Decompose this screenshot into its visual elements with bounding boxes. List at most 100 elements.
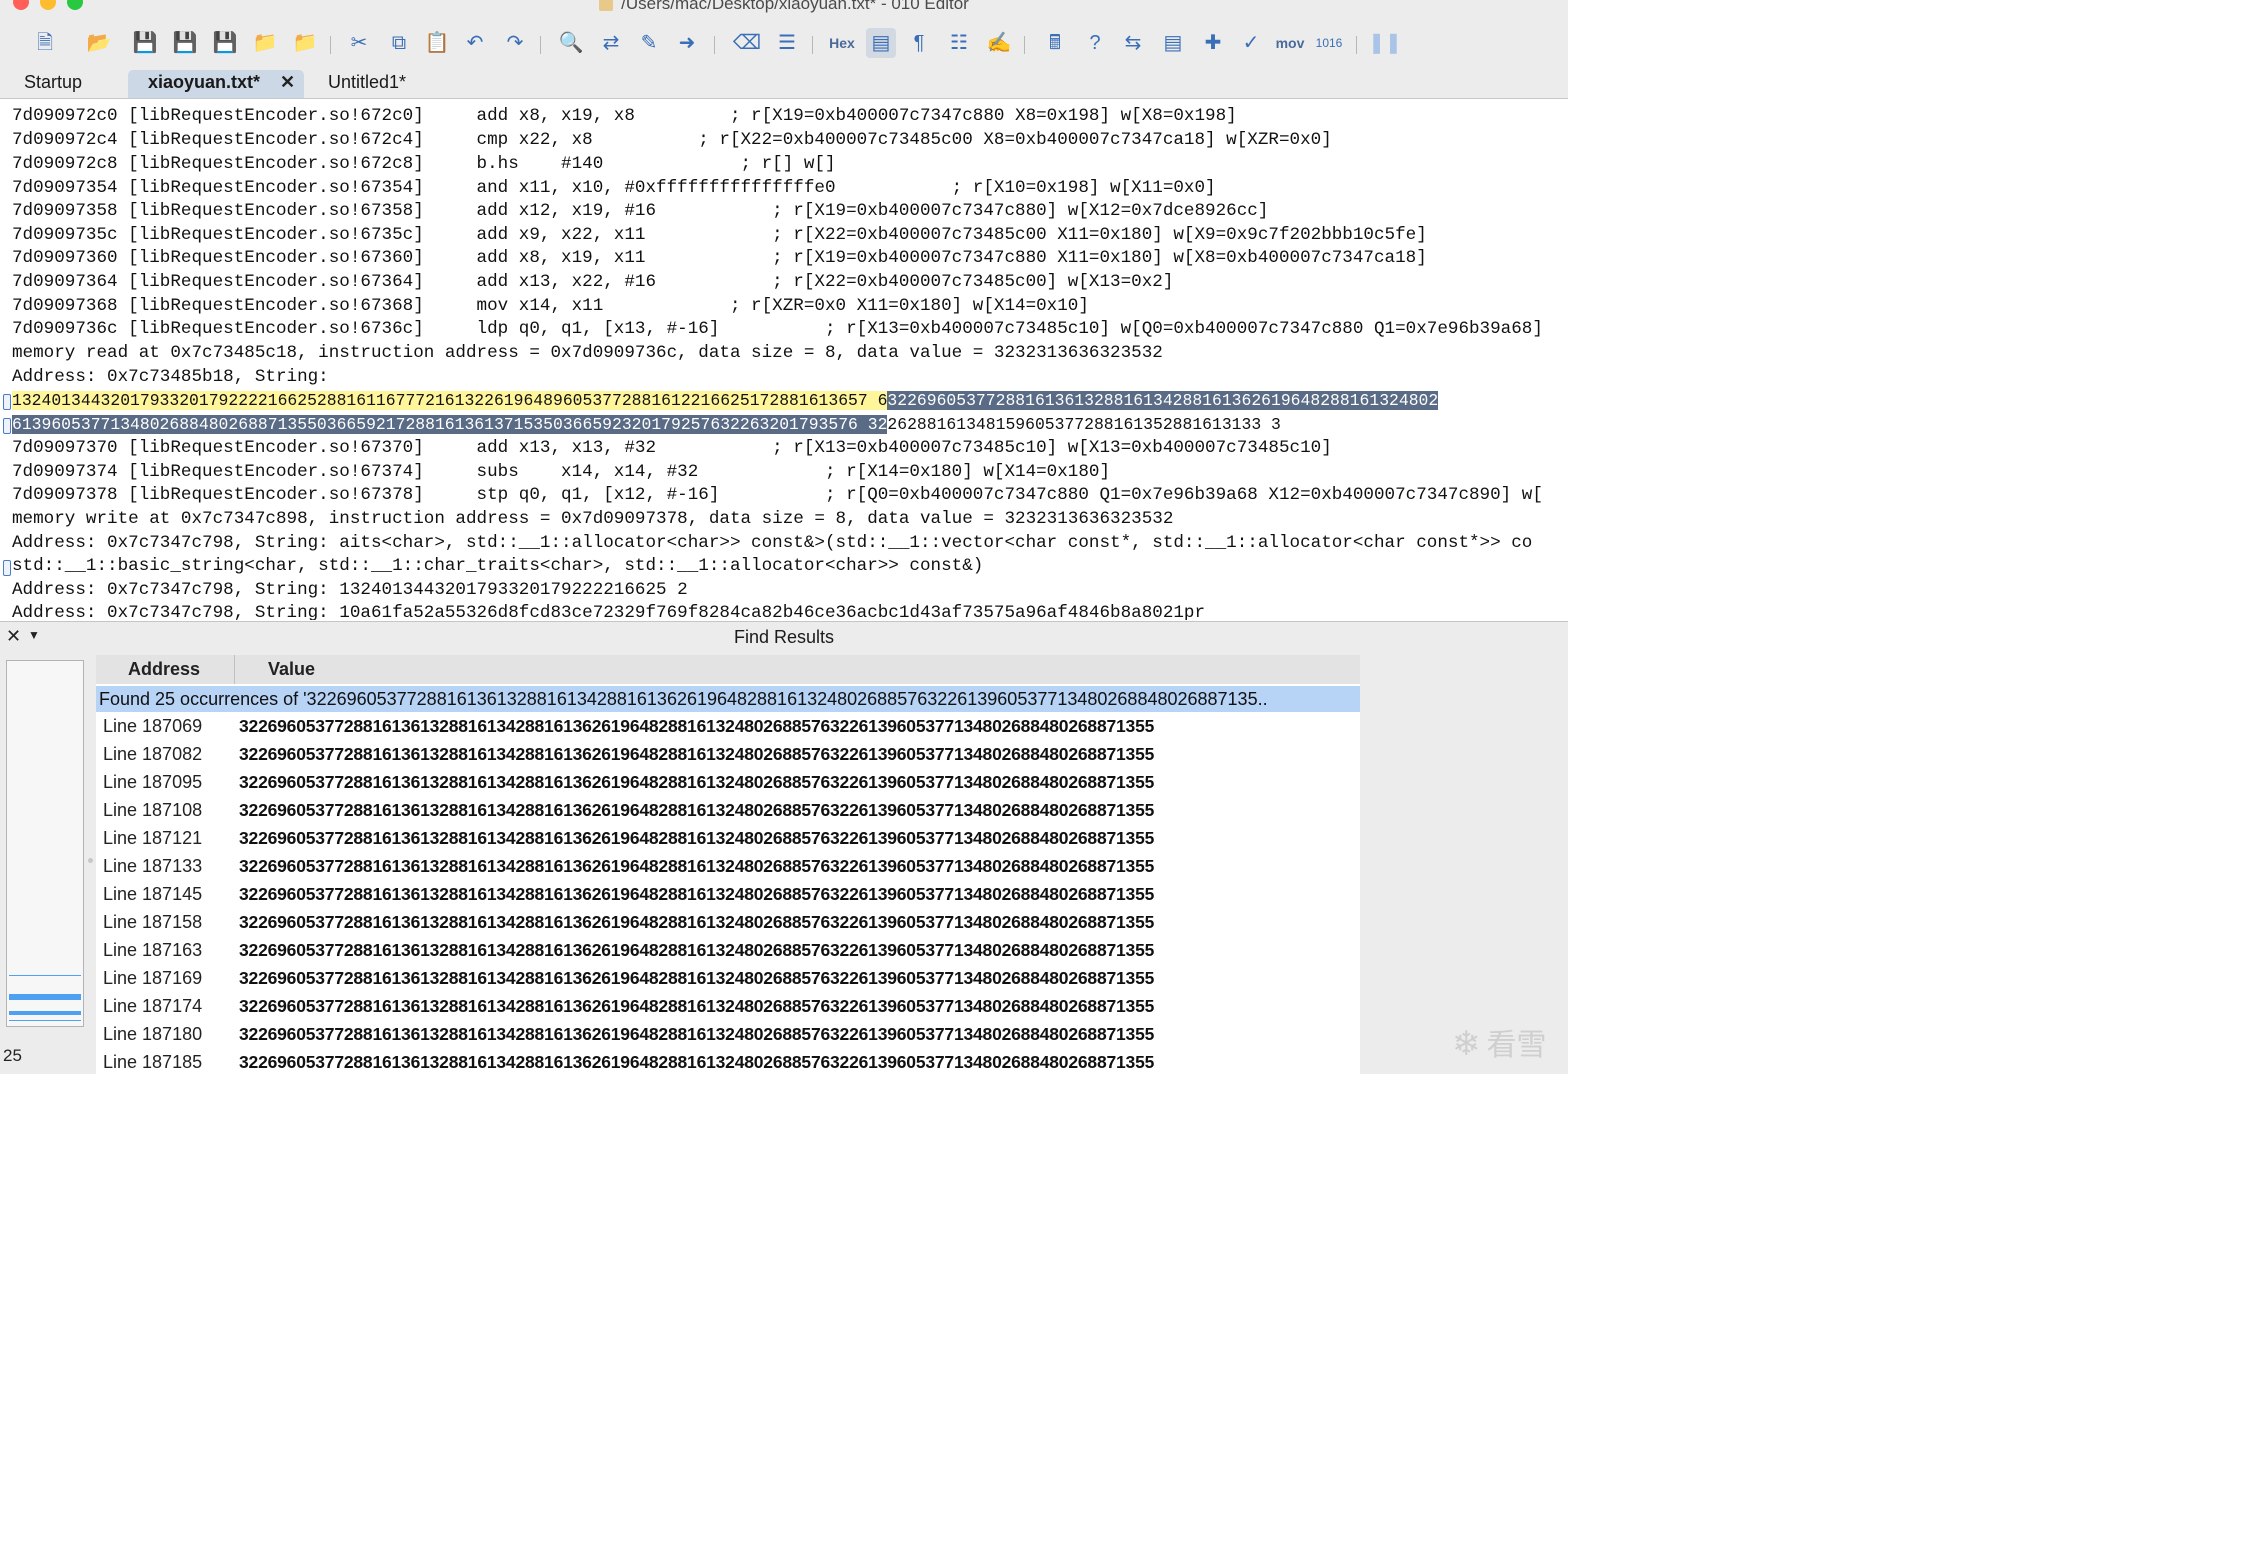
splitter-handle[interactable] — [88, 858, 93, 863]
goto-icon[interactable]: ➜ — [672, 28, 702, 58]
tab-xiaoyuan[interactable]: xiaoyuan.txt* ✕ — [128, 70, 304, 98]
undo-icon[interactable]: ↶ — [460, 28, 490, 58]
document-icon — [599, 0, 614, 11]
row-address: Line 187158 — [103, 912, 203, 932]
text-mode-icon[interactable]: ▤ — [866, 28, 896, 58]
table-row[interactable]: Line 187185 32269605377288161361328816134… — [96, 1048, 1360, 1074]
row-value: 3226960537728816136132881613428816136261… — [239, 800, 1155, 820]
table-row[interactable]: Line 187108 32269605377288161361328816134… — [96, 796, 1360, 824]
bookmark-marker — [3, 560, 11, 576]
column-mode-icon[interactable]: ☷ — [944, 28, 974, 58]
toolbar-separator — [714, 36, 715, 54]
histogram-icon[interactable]: ▤ — [1158, 28, 1188, 58]
tab-startup[interactable]: Startup — [24, 70, 82, 98]
show-whitespace-icon[interactable]: ¶ — [904, 28, 934, 58]
find-icon[interactable]: 🔍 — [556, 28, 586, 58]
cut-icon[interactable]: ✂ — [344, 28, 374, 58]
save-icon[interactable]: 💾 — [130, 28, 160, 58]
new-file-icon[interactable]: 🗎 — [30, 28, 60, 58]
table-row[interactable]: Line 187082 32269605377288161361328816134… — [96, 740, 1360, 768]
selection-yellow: 1324013443201793320179222216625288161167… — [12, 391, 888, 410]
column-header-value[interactable]: Value — [268, 655, 315, 684]
editor-line: 7d09097370 [libRequestEncoder.so!67370] … — [12, 438, 1332, 458]
row-address: Line 187095 — [103, 772, 203, 792]
toolbar-separator — [1356, 36, 1357, 54]
table-row[interactable]: Line 187169 32269605377288161361328816134… — [96, 964, 1360, 992]
project-icon[interactable]: 📁 — [290, 28, 320, 58]
hex-operations-icon[interactable]: Hex — [822, 28, 862, 58]
table-header: Address Value — [96, 655, 1360, 684]
save-all-icon[interactable]: 💾 — [210, 28, 240, 58]
save-as-icon[interactable]: 💾 — [170, 28, 200, 58]
table-row[interactable]: Line 187158 32269605377288161361328816134… — [96, 908, 1360, 936]
overview-marker — [9, 975, 81, 976]
selection-blue: 6139605377134802688480268871355036659217… — [12, 415, 888, 434]
checksum-icon[interactable]: ✚ — [1198, 28, 1228, 58]
row-address: Line 187145 — [103, 884, 203, 904]
calculator-icon[interactable]: 🖩 — [1040, 28, 1070, 58]
row-address: Line 187121 — [103, 828, 203, 848]
table-row[interactable]: Line 187145 32269605377288161361328816134… — [96, 880, 1360, 908]
templates-icon[interactable]: ✓ — [1236, 28, 1266, 58]
table-row[interactable]: Line 187163 32269605377288161361328816134… — [96, 936, 1360, 964]
overview-marker — [9, 1011, 81, 1015]
column-header-address[interactable]: Address — [128, 655, 200, 684]
overview-marker — [9, 994, 81, 1000]
table-row[interactable]: Line 187174 32269605377288161361328816134… — [96, 992, 1360, 1020]
table-row[interactable]: Line 187180 32269605377288161361328816134… — [96, 1020, 1360, 1048]
table-row[interactable]: Line 187095 32269605377288161361328816134… — [96, 768, 1360, 796]
redo-icon[interactable]: ↷ — [500, 28, 530, 58]
mov-label: mov — [1275, 35, 1305, 51]
row-value: 3226960537728816136132881613428816136261… — [239, 856, 1155, 876]
help-icon[interactable]: ? — [1080, 28, 1110, 58]
editor-line: Address: 0x7c7347c798, String: aits<char… — [12, 533, 1533, 553]
column-divider[interactable] — [234, 655, 235, 684]
bookmark-marker — [3, 394, 11, 410]
results-summary-row[interactable]: Found 25 occurrences of '322696053772881… — [96, 686, 1360, 712]
results-overview[interactable] — [6, 660, 84, 1027]
copy-icon[interactable]: ⧉ — [384, 28, 414, 58]
replace-icon[interactable]: ⇄ — [596, 28, 626, 58]
close-icon[interactable]: ✕ — [280, 70, 295, 94]
watermark-text: 看雪 — [1486, 1029, 1547, 1062]
pause-icon[interactable]: ❚❚ — [1368, 28, 1402, 58]
editor-text: 26288161348159605377288161352881613133 3 — [887, 415, 1281, 434]
workspace-icon[interactable]: 📁 — [250, 28, 280, 58]
snowflake-icon: ❄ — [1452, 1025, 1481, 1063]
toolbar-separator — [812, 36, 813, 54]
editor-line: 7d09097378 [libRequestEncoder.so!67378] … — [12, 485, 1543, 505]
find-in-files-icon[interactable]: ✎ — [634, 28, 664, 58]
open-folder-icon[interactable]: 📂 — [84, 28, 114, 58]
bookmark-icon[interactable]: ⌫ — [732, 28, 762, 58]
editor-line: 7d090972c0 [libRequestEncoder.so!672c0] … — [12, 106, 1237, 126]
row-address: Line 187108 — [103, 800, 203, 820]
editor-line: Address: 0x7c73485b18, String: — [12, 367, 329, 387]
toolbar-separator — [1024, 36, 1025, 54]
table-row[interactable]: Line 187069 32269605377288161361328816134… — [96, 712, 1360, 740]
results-table[interactable]: Address Value Found 25 occurrences of '3… — [96, 655, 1360, 1074]
tab-untitled1[interactable]: Untitled1* — [328, 70, 406, 98]
editor-line: 7d0909735c [libRequestEncoder.so!6735c] … — [12, 225, 1427, 245]
compare-icon[interactable]: ⇆ — [1118, 28, 1148, 58]
row-value: 3226960537728816136132881613428816136261… — [239, 828, 1155, 848]
text-editor[interactable]: 7d090972c0 [libRequestEncoder.so!672c0] … — [0, 99, 1568, 620]
editor-line: 7d0909736c [libRequestEncoder.so!6736c] … — [12, 319, 1543, 339]
table-row[interactable]: Line 187121 32269605377288161361328816134… — [96, 824, 1360, 852]
editor-line-highlighted: 6139605377134802688480268871355036659217… — [12, 413, 1281, 436]
table-row[interactable]: Line 187133 32269605377288161361328816134… — [96, 852, 1360, 880]
editor-line: 7d09097364 [libRequestEncoder.so!67364] … — [12, 272, 1174, 292]
row-address: Line 187185 — [103, 1052, 203, 1072]
row-value: 3226960537728816136132881613428816136261… — [239, 996, 1155, 1016]
highlight-icon[interactable]: ✍ — [984, 28, 1014, 58]
editor-line: 7d090972c8 [libRequestEncoder.so!672c8] … — [12, 154, 836, 174]
hex-label: Hex — [829, 35, 855, 51]
bookmark-list-icon[interactable]: ☰ — [772, 28, 802, 58]
editor-line: std::__1::basic_string<char, std::__1::c… — [12, 556, 984, 576]
paste-icon[interactable]: 📋 — [422, 28, 452, 58]
row-value: 3226960537728816136132881613428816136261… — [239, 940, 1155, 960]
scripts-icon[interactable]: mov — [1270, 28, 1310, 58]
selection-blue: 3226960537728816136132881613428816136261… — [887, 391, 1439, 410]
convert-base-icon[interactable]: 10​16 — [1314, 28, 1344, 58]
editor-line: memory read at 0x7c73485c18, instruction… — [12, 343, 1163, 363]
result-count: 25 — [3, 1046, 22, 1065]
